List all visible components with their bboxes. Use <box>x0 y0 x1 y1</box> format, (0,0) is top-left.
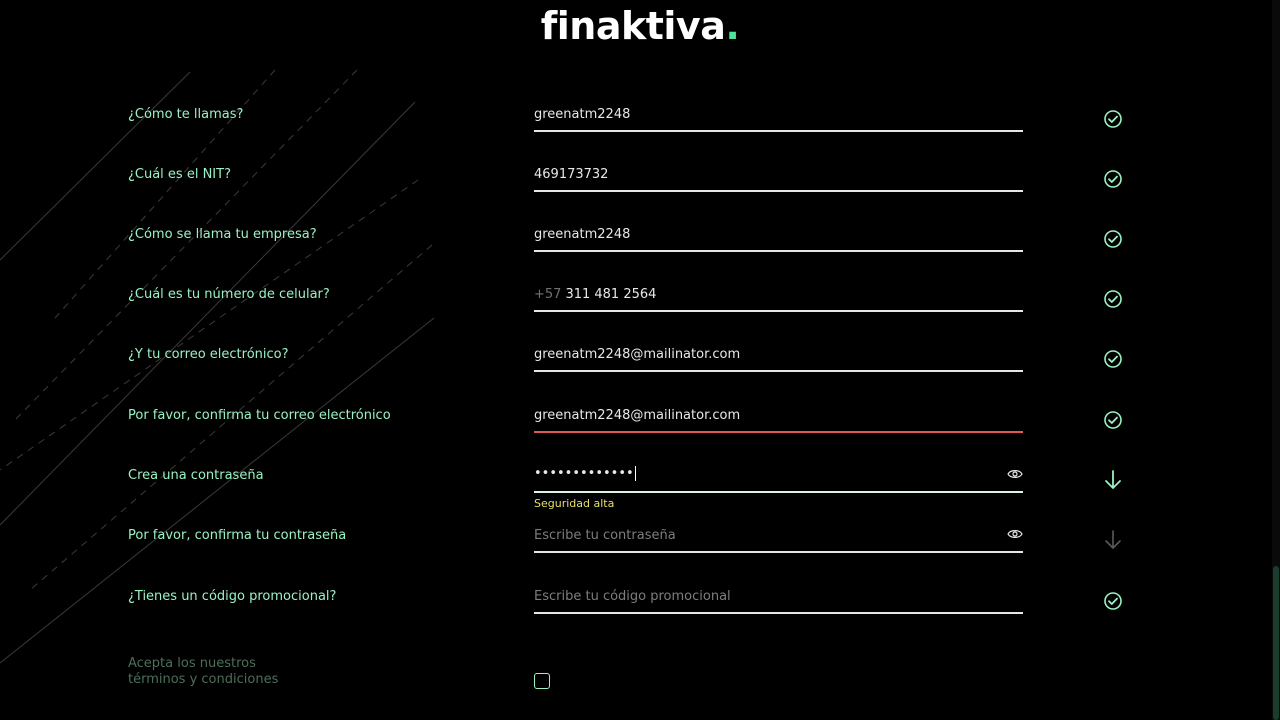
logo-dot: . <box>725 4 740 48</box>
nit-value: 469173732 <box>534 167 609 182</box>
name-row: ¿Cómo te llamas? greenatm2248 <box>0 107 1280 147</box>
finaktiva-logo: finaktiva. <box>0 4 1280 48</box>
check-circle-icon <box>1104 170 1122 188</box>
confirm-email-value: greenatm2248@mailinator.com <box>534 408 741 423</box>
check-circle-icon <box>1104 110 1122 128</box>
password-strength-text: Seguridad alta <box>534 497 615 510</box>
phone-field[interactable]: +57 311 481 2564 <box>534 287 1023 312</box>
email-field[interactable]: greenatm2248@mailinator.com <box>534 347 1023 372</box>
terms-line-1: Acepta los nuestros <box>128 656 256 671</box>
check-circle-icon <box>1104 290 1122 308</box>
password-masked-value: ••••••••••••• <box>534 466 636 481</box>
check-circle-icon <box>1104 350 1122 368</box>
company-field[interactable]: greenatm2248 <box>534 227 1023 252</box>
arrow-down-icon <box>1105 470 1121 489</box>
registration-page: finaktiva. ¿Cómo te llamas? greenatm2248… <box>0 0 1280 720</box>
confirm-password-field[interactable]: Escribe tu contraseña <box>534 528 1023 553</box>
company-row: ¿Cómo se llama tu empresa? greenatm2248 <box>0 227 1280 267</box>
name-label: ¿Cómo te llamas? <box>128 107 244 122</box>
promo-row: ¿Tienes un código promocional? Escribe t… <box>0 589 1280 629</box>
nit-row: ¿Cuál es el NIT? 469173732 <box>0 167 1280 207</box>
check-circle-icon <box>1104 230 1122 248</box>
terms-text: Acepta los nuestros términos y condicion… <box>128 656 278 688</box>
promo-code-field[interactable]: Escribe tu código promocional <box>534 589 1023 614</box>
name-value: greenatm2248 <box>534 107 631 122</box>
scrollbar-thumb[interactable] <box>1273 566 1279 720</box>
terms-link[interactable]: términos y condiciones <box>128 672 278 688</box>
check-circle-icon <box>1104 592 1122 610</box>
password-dots: ••••••••••••• <box>534 466 634 481</box>
company-value: greenatm2248 <box>534 227 631 242</box>
promo-label: ¿Tienes un código promocional? <box>128 589 337 604</box>
eye-icon[interactable] <box>1007 527 1023 541</box>
email-label: ¿Y tu correo electrónico? <box>128 347 289 362</box>
confirm-password-row: Por favor, confirma tu contraseña Escrib… <box>0 528 1280 568</box>
scrollbar[interactable] <box>1272 0 1280 720</box>
phone-value: 311 481 2564 <box>565 287 657 302</box>
text-caret <box>634 466 636 481</box>
password-row: Crea una contraseña ••••••••••••• Seguri… <box>0 466 1280 510</box>
country-code-prefix: +57 <box>534 287 562 302</box>
email-row: ¿Y tu correo electrónico? greenatm2248@m… <box>0 347 1280 387</box>
confirm-password-label: Por favor, confirma tu contraseña <box>128 528 347 543</box>
terms-checkbox[interactable] <box>534 673 550 689</box>
confirm-email-field[interactable]: greenatm2248@mailinator.com <box>534 408 1023 433</box>
phone-value-wrapper: +57 311 481 2564 <box>534 287 656 302</box>
logo-text: finaktiva <box>540 4 726 48</box>
company-label: ¿Cómo se llama tu empresa? <box>128 227 317 242</box>
confirm-email-row: Por favor, confirma tu correo electrónic… <box>0 408 1280 448</box>
phone-row: ¿Cuál es tu número de celular? +57 311 48… <box>0 287 1280 327</box>
confirm-password-placeholder: Escribe tu contraseña <box>534 528 676 543</box>
arrow-down-icon <box>1105 530 1121 549</box>
nit-field[interactable]: 469173732 <box>534 167 1023 192</box>
phone-label: ¿Cuál es tu número de celular? <box>128 287 330 302</box>
name-field[interactable]: greenatm2248 <box>534 107 1023 132</box>
confirm-email-label: Por favor, confirma tu correo electrónic… <box>128 408 391 423</box>
check-circle-icon <box>1104 411 1122 429</box>
promo-code-placeholder: Escribe tu código promocional <box>534 589 731 604</box>
password-label: Crea una contraseña <box>128 468 264 483</box>
password-field[interactable]: ••••••••••••• <box>534 466 1023 493</box>
email-value: greenatm2248@mailinator.com <box>534 347 741 362</box>
eye-icon[interactable] <box>1007 467 1023 481</box>
nit-label: ¿Cuál es el NIT? <box>128 167 231 182</box>
